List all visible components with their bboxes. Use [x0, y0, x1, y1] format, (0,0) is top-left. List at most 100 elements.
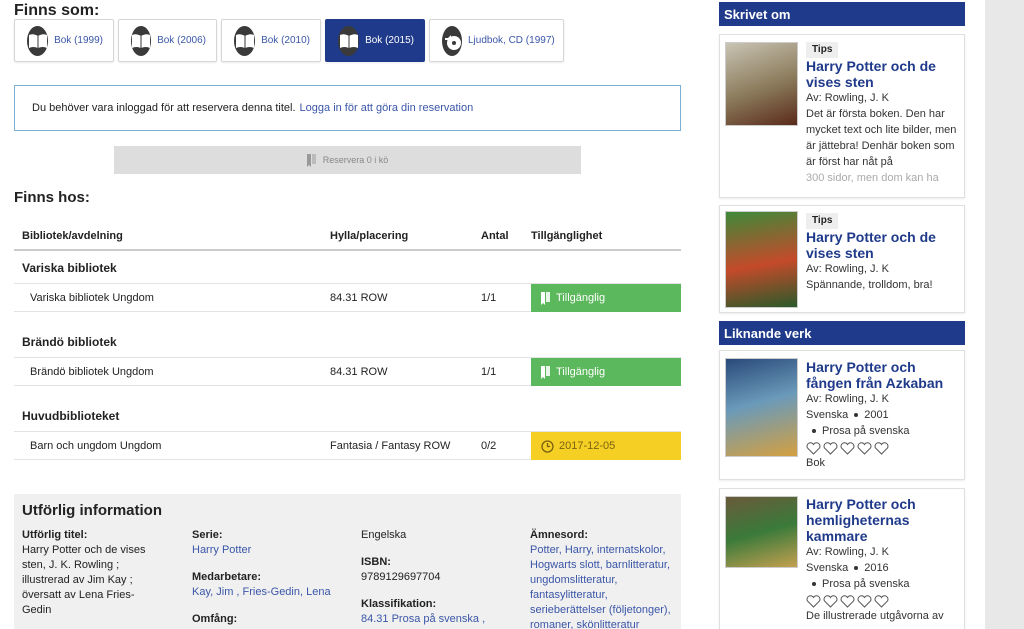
similar-author: Av: Rowling, J. K: [806, 393, 889, 405]
format-button-bok-1999[interactable]: Bok (1999): [14, 19, 114, 62]
rating-hearts[interactable]: [806, 595, 958, 608]
column-header-shelf: Hylla/placering: [330, 230, 409, 242]
heart-icon[interactable]: [806, 595, 821, 608]
shelf-cell: 84.31 ROW: [330, 366, 388, 378]
holdings-heading: Finns hos:: [14, 189, 90, 206]
detailed-info-heading: Utförlig information: [22, 502, 162, 519]
similar-year: 2001: [864, 409, 889, 421]
similar-extra: De illustrerade utgåvorna av: [806, 610, 944, 622]
book-cover-image: [725, 42, 798, 126]
language-value: Engelska: [361, 529, 407, 541]
review-card[interactable]: Tips Harry Potter och de vises sten Av: …: [719, 34, 965, 198]
similar-title-link[interactable]: Harry Potter och fången från Azkaban: [806, 359, 958, 391]
formats-heading: Finns som:: [14, 2, 100, 19]
info-isbn-column: Engelska ISBN: 9789129697704 Klassifikat…: [361, 528, 521, 627]
classification-label: Klassifikation:: [361, 598, 437, 610]
format-button-bok-2015[interactable]: Bok (2015): [325, 19, 425, 62]
bookmark-icon: [541, 291, 550, 305]
status-badge: 2017-12-05: [531, 432, 681, 460]
department-cell: Variska bibliotek Ungdom: [30, 292, 154, 304]
bookmark-icon: [541, 365, 550, 379]
book-cover-image: [725, 358, 798, 457]
subjects-label: Ämnesord:: [530, 529, 589, 541]
heart-icon[interactable]: [857, 595, 872, 608]
audio-cd-icon: [442, 25, 462, 56]
reserve-label: Reservera 0 i kö: [322, 155, 389, 165]
column-header-library: Bibliotek/avdelning: [22, 230, 123, 242]
holdings-table-header: Bibliotek/avdelning Hylla/placering Anta…: [14, 225, 681, 251]
table-row: Variska bibliotek Ungdom 84.31 ROW 1/1 T…: [14, 283, 681, 312]
similar-works-heading: Liknande verk: [719, 321, 965, 345]
review-title-link[interactable]: Harry Potter och de vises sten: [806, 58, 958, 90]
book-icon: [234, 25, 256, 56]
info-subjects-column: Ämnesord: Potter, Harry, internatskolor,…: [530, 528, 680, 629]
review-title-link[interactable]: Harry Potter och de vises sten: [806, 229, 958, 261]
department-cell: Barn och ungdom Ungdom: [30, 440, 162, 452]
heart-icon[interactable]: [840, 442, 855, 455]
heart-icon[interactable]: [823, 595, 838, 608]
similar-title-link[interactable]: Harry Potter och hemligheternas kammare: [806, 496, 958, 544]
reserve-button[interactable]: Reservera 0 i kö: [114, 146, 581, 174]
series-label: Serie:: [192, 529, 223, 541]
heart-icon[interactable]: [857, 442, 872, 455]
subject-link[interactable]: Hogwarts slott, barnlitteratur,: [530, 558, 680, 573]
isbn-value: 9789129697704: [361, 571, 441, 583]
book-icon: [27, 25, 49, 56]
heart-icon[interactable]: [806, 442, 821, 455]
login-link[interactable]: Logga in för att göra din reservation: [300, 102, 474, 114]
page-gutter: [985, 0, 1024, 629]
subject-link[interactable]: romaner, skönlitteratur: [530, 618, 680, 629]
extent-label: Omfång:: [192, 613, 238, 625]
similar-language: Svenska: [806, 409, 849, 421]
clock-icon: [541, 439, 554, 453]
subject-link[interactable]: fantasylitteratur,: [530, 588, 680, 603]
format-button-ljudbok-1997[interactable]: Ljudbok, CD (1997): [429, 19, 564, 62]
similar-media-type: Bok: [806, 457, 825, 469]
info-title-column: Utförlig titel: Harry Potter och de vise…: [22, 528, 182, 618]
similar-work-card[interactable]: Harry Potter och fången från Azkaban Av:…: [719, 350, 965, 480]
heart-icon[interactable]: [840, 595, 855, 608]
heart-icon[interactable]: [823, 442, 838, 455]
classification-link[interactable]: 84.31 Prosa på svenska ,: [361, 612, 521, 627]
library-name: Huvudbiblioteket: [22, 409, 120, 423]
login-notice-text: Du behöver vara inloggad för att reserve…: [32, 102, 296, 114]
similar-language: Svenska: [806, 562, 849, 574]
review-author: Av: Rowling, J. K: [806, 263, 889, 275]
review-excerpt-fade: 300 sidor, men dom kan ha: [806, 172, 939, 184]
review-card[interactable]: Tips Harry Potter och de vises sten Av: …: [719, 205, 965, 313]
tips-badge: Tips: [806, 42, 839, 58]
library-name: Brändö bibliotek: [22, 335, 117, 349]
status-badge: Tillgänglig: [531, 284, 681, 312]
login-notice: Du behöver vara inloggad för att reserve…: [14, 85, 681, 131]
subject-link[interactable]: Potter, Harry, internatskolor,: [530, 543, 680, 558]
similar-work-card[interactable]: Harry Potter och hemligheternas kammare …: [719, 488, 965, 629]
heart-icon[interactable]: [874, 595, 889, 608]
book-icon: [338, 25, 360, 56]
format-button-bok-2010[interactable]: Bok (2010): [221, 19, 321, 62]
contributors-link[interactable]: Kay, Jim , Fries-Gedin, Lena: [192, 585, 352, 600]
info-series-column: Serie: Harry Potter Medarbetare: Kay, Ji…: [192, 528, 352, 627]
format-button-bok-2006[interactable]: Bok (2006): [118, 19, 217, 62]
heart-icon[interactable]: [874, 442, 889, 455]
title-label: Utförlig titel:: [22, 529, 88, 541]
series-link[interactable]: Harry Potter: [192, 543, 352, 558]
subject-link[interactable]: serieberättelser (följetonger),: [530, 603, 680, 618]
rating-hearts[interactable]: [806, 442, 958, 455]
subject-link[interactable]: ungdomslitteratur,: [530, 573, 680, 588]
review-excerpt: Det är första boken. Den har mycket text…: [806, 108, 957, 168]
similar-author: Av: Rowling, J. K: [806, 546, 889, 558]
count-cell: 1/1: [481, 292, 497, 304]
shelf-cell: 84.31 ROW: [330, 292, 388, 304]
column-header-availability: Tillgänglighet: [531, 230, 603, 242]
tips-badge: Tips: [806, 213, 839, 229]
sidebar: Skrivet om Tips Harry Potter och de vise…: [719, 2, 965, 629]
contributors-label: Medarbetare:: [192, 571, 262, 583]
table-row: Brändö bibliotek Ungdom 84.31 ROW 1/1 Ti…: [14, 357, 681, 386]
book-icon: [131, 25, 152, 56]
isbn-label: ISBN:: [361, 556, 391, 568]
column-header-count: Antal: [481, 230, 509, 242]
format-list: Bok (1999) Bok (2006) Bok (2010) Bok (20…: [14, 19, 564, 62]
similar-genre: Prosa på svenska: [822, 578, 910, 590]
review-excerpt: Spännande, trolldom, bra!: [806, 279, 933, 291]
department-cell: Brändö bibliotek Ungdom: [30, 366, 154, 378]
